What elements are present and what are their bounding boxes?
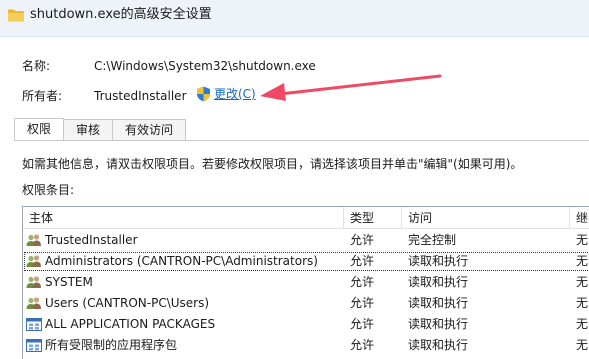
type-cell: 允许 xyxy=(350,317,375,331)
table-row[interactable]: ALL APPLICATION PACKAGES 允许 读取和执行 无 xyxy=(23,314,589,335)
table-row[interactable]: 所有受限制的应用程序包 允许 读取和执行 无 xyxy=(23,335,589,356)
window-title: shutdown.exe的高级安全设置 xyxy=(30,7,212,22)
users-icon xyxy=(26,297,41,309)
inherited-cell: 无 xyxy=(576,296,589,310)
name-label: 名称: xyxy=(22,59,51,73)
change-owner-link[interactable]: 更改(C) xyxy=(214,86,256,102)
principal-cell: Users (CANTRON-PC\Users) xyxy=(45,296,210,310)
principal-cell: TrustedInstaller xyxy=(45,233,138,247)
type-cell: 允许 xyxy=(350,233,375,247)
title-bar: shutdown.exe的高级安全设置 xyxy=(0,0,589,36)
owner-value: TrustedInstaller xyxy=(94,89,187,103)
access-cell: 读取和执行 xyxy=(408,317,469,331)
inherited-cell: 无 xyxy=(576,254,589,268)
permission-entries-table[interactable]: 主体 类型 访问 继 TrustedInstaller 允许 完全控制 无 Ad… xyxy=(22,206,589,359)
inherited-cell: 无 xyxy=(576,233,589,247)
column-divider[interactable] xyxy=(401,207,402,229)
column-header-inherited[interactable]: 继 xyxy=(576,210,588,226)
table-row[interactable]: Administrators (CANTRON-PC\Administrator… xyxy=(23,251,589,272)
column-header-principal[interactable]: 主体 xyxy=(29,210,53,226)
change-owner-control[interactable]: 更改(C) xyxy=(196,86,256,102)
column-divider[interactable] xyxy=(569,207,570,229)
inherited-cell: 无 xyxy=(576,275,589,289)
column-header-access[interactable]: 访问 xyxy=(408,210,432,226)
principal-cell: ALL APPLICATION PACKAGES xyxy=(45,317,216,331)
table-header: 主体 类型 访问 继 xyxy=(23,207,589,229)
tab-auditing[interactable]: 审核 xyxy=(63,119,114,140)
access-cell: 读取和执行 xyxy=(408,275,469,289)
access-cell: 读取和执行 xyxy=(408,338,469,352)
info-text: 如需其他信息，请双击权限项目。若要修改权限项目，请选择该项目并单击"编辑"(如果… xyxy=(22,157,523,171)
type-cell: 允许 xyxy=(350,338,375,352)
access-cell: 读取和执行 xyxy=(408,296,469,310)
inherited-cell: 无 xyxy=(576,338,589,352)
type-cell: 允许 xyxy=(350,296,375,310)
access-cell: 完全控制 xyxy=(408,233,457,247)
title-divider xyxy=(0,36,589,37)
type-cell: 允许 xyxy=(350,254,375,268)
app-package-icon xyxy=(26,339,42,352)
principal-cell: Administrators (CANTRON-PC\Administrator… xyxy=(45,254,318,268)
permission-entries-heading: 权限条目: xyxy=(22,183,75,197)
tab-strip: 权限 审核 有效访问 xyxy=(14,118,187,140)
column-header-type[interactable]: 类型 xyxy=(350,210,374,226)
users-icon xyxy=(26,255,41,267)
principal-cell: 所有受限制的应用程序包 xyxy=(45,338,178,352)
annotation-arrow xyxy=(260,74,442,101)
users-icon xyxy=(26,276,41,288)
owner-label: 所有者: xyxy=(22,89,63,103)
table-row[interactable]: Users (CANTRON-PC\Users) 允许 读取和执行 无 xyxy=(23,293,589,314)
principal-cell: SYSTEM xyxy=(45,275,93,289)
tab-panel-border xyxy=(14,140,589,141)
type-cell: 允许 xyxy=(350,275,375,289)
access-cell: 读取和执行 xyxy=(408,254,469,268)
column-divider[interactable] xyxy=(343,207,344,229)
app-package-icon xyxy=(26,318,42,331)
tab-permissions[interactable]: 权限 xyxy=(14,118,65,140)
uac-shield-icon xyxy=(197,86,210,102)
inherited-cell: 无 xyxy=(576,317,589,331)
users-icon xyxy=(26,234,41,246)
folder-icon xyxy=(8,9,24,22)
table-row[interactable]: TrustedInstaller 允许 完全控制 无 xyxy=(23,230,589,251)
tab-effective-access[interactable]: 有效访问 xyxy=(112,119,187,140)
table-row[interactable]: SYSTEM 允许 读取和执行 无 xyxy=(23,272,589,293)
